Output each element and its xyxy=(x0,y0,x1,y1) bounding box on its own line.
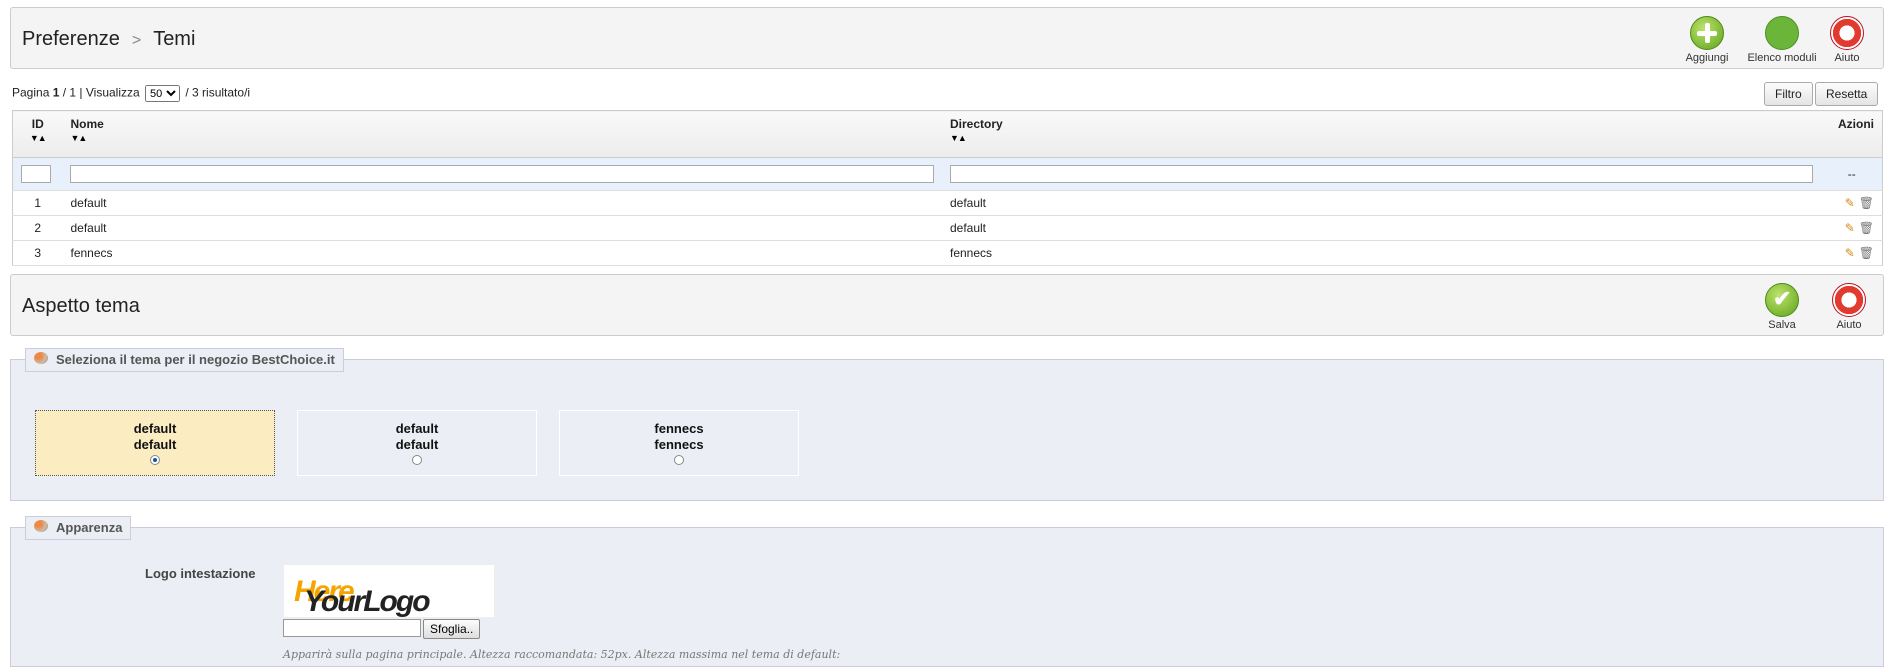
appearance-legend-text: Apparenza xyxy=(56,520,123,535)
results-count: / 3 risultato/i xyxy=(185,85,251,100)
delete-icon[interactable]: 🗑 xyxy=(1859,246,1874,260)
table-row[interactable]: 1 default default ✎ 🗑 xyxy=(12,190,1883,216)
logo-help-note: Apparirà sulla pagina principale. Altezz… xyxy=(283,648,841,661)
add-button[interactable]: Aggiungi xyxy=(1671,16,1743,64)
palette-icon xyxy=(34,352,48,364)
table-row[interactable]: 2 default default ✎ 🗑 xyxy=(12,215,1883,241)
browse-button[interactable]: Sfoglia.. xyxy=(423,619,481,639)
lifebuoy-icon xyxy=(1830,16,1864,50)
delete-icon[interactable]: 🗑 xyxy=(1859,221,1874,235)
page-current: 1 xyxy=(52,85,60,100)
theme-select-legend-text: Seleziona il tema per il negozio BestCho… xyxy=(56,352,335,367)
theme-select-legend: Seleziona il tema per il negozio BestCho… xyxy=(25,348,344,372)
filter-cell-directory xyxy=(941,157,1822,191)
logo-file-input[interactable] xyxy=(283,619,421,637)
column-header-directory: Directory ▼▲ xyxy=(941,110,1822,158)
help-button-label: Aiuto xyxy=(1836,319,1862,331)
puzzle-icon xyxy=(1765,16,1799,50)
themes-table: ID ▼▲ Nome ▼▲ Directory ▼▲ Azioni -- 1 defa… xyxy=(12,110,1883,266)
theme-directory: fennecs xyxy=(654,437,704,452)
filter-name-input[interactable] xyxy=(70,165,934,183)
theme-name: default xyxy=(395,421,439,436)
theme-radio[interactable] xyxy=(150,455,160,465)
row-actions: ✎ 🗑 xyxy=(1821,240,1883,266)
row-name: default xyxy=(62,215,942,241)
theme-directory: default xyxy=(133,437,177,452)
section-title: Aspetto tema xyxy=(22,295,140,317)
logo-text: YourLogo Here xyxy=(294,575,431,618)
theme-name: fennecs xyxy=(654,421,704,436)
row-directory: default xyxy=(941,215,1822,241)
row-name: fennecs xyxy=(62,240,942,266)
sort-arrows-icon[interactable]: ▼▲ xyxy=(950,133,1814,143)
delete-icon[interactable]: 🗑 xyxy=(1859,196,1874,210)
row-id: 3 xyxy=(12,240,63,266)
filter-button[interactable]: Filtro xyxy=(1764,82,1813,106)
row-directory: default xyxy=(941,190,1822,216)
per-page-select[interactable]: 50 xyxy=(145,85,181,102)
column-name-label: Nome xyxy=(70,117,104,131)
page-total: / 1 | Visualizza xyxy=(62,85,140,100)
table-header-row: ID ▼▲ Nome ▼▲ Directory ▼▲ Azioni xyxy=(12,110,1883,158)
column-header-name: Nome ▼▲ xyxy=(62,110,942,158)
theme-option[interactable]: default default xyxy=(297,410,537,476)
page-header-toolbar: Preferenze > Temi Aggiungi Elenco moduli A… xyxy=(10,7,1884,69)
filter-row: -- xyxy=(12,157,1883,191)
row-actions: ✎ 🗑 xyxy=(1821,190,1883,216)
theme-radio[interactable] xyxy=(412,455,422,465)
pagination: Pagina 1 / 1 | Visualizza 50 / 3 risulta… xyxy=(12,85,250,102)
column-directory-label: Directory xyxy=(949,117,1003,131)
page-label: Pagina xyxy=(12,85,50,100)
modules-list-button-label: Elenco moduli xyxy=(1747,52,1817,64)
column-header-actions: Azioni xyxy=(1821,110,1883,158)
help-button[interactable]: Aiuto xyxy=(1813,283,1885,331)
theme-option[interactable]: fennecs fennecs xyxy=(559,410,799,476)
add-icon xyxy=(1690,16,1724,50)
palette-icon xyxy=(34,520,48,532)
breadcrumb-current: Temi xyxy=(153,28,196,50)
edit-icon[interactable]: ✎ xyxy=(1845,196,1855,210)
edit-icon[interactable]: ✎ xyxy=(1845,221,1855,235)
edit-icon[interactable]: ✎ xyxy=(1845,246,1855,260)
logo-text-main: YourLogo xyxy=(304,585,431,618)
reset-button[interactable]: Resetta xyxy=(1815,82,1879,106)
filter-id-input[interactable] xyxy=(21,165,51,183)
save-button[interactable]: Salva xyxy=(1746,283,1818,331)
save-button-label: Salva xyxy=(1768,319,1796,331)
sort-arrows-icon[interactable]: ▼▲ xyxy=(21,133,54,143)
theme-directory: default xyxy=(395,437,439,452)
help-button[interactable]: Aiuto xyxy=(1811,16,1883,64)
row-directory: fennecs xyxy=(941,240,1822,266)
theme-select-fieldset: Seleziona il tema per il negozio BestCho… xyxy=(10,348,1884,501)
filter-cell-id xyxy=(12,157,63,191)
save-check-icon xyxy=(1765,283,1799,317)
sort-arrows-icon[interactable]: ▼▲ xyxy=(70,133,934,143)
filter-cell-name xyxy=(62,157,942,191)
logo-label: Logo intestazione xyxy=(145,566,256,581)
appearance-legend: Apparenza xyxy=(25,516,132,540)
help-button-label: Aiuto xyxy=(1834,52,1860,64)
breadcrumb-parent[interactable]: Preferenze xyxy=(22,28,120,50)
modules-list-button[interactable]: Elenco moduli xyxy=(1746,16,1818,64)
logo-preview-image: YourLogo Here xyxy=(283,564,495,618)
appearance-toolbar: Aspetto tema Salva Aiuto xyxy=(10,274,1884,336)
table-row[interactable]: 3 fennecs fennecs ✎ 🗑 xyxy=(12,240,1883,266)
row-id: 2 xyxy=(12,215,63,241)
filter-directory-input[interactable] xyxy=(949,165,1814,183)
theme-option[interactable]: default default xyxy=(35,410,275,476)
filter-actions-placeholder: -- xyxy=(1821,157,1883,191)
theme-name: default xyxy=(133,421,177,436)
breadcrumb-separator: > xyxy=(131,32,142,49)
column-id-label: ID xyxy=(31,117,44,131)
row-id: 1 xyxy=(12,190,63,216)
add-button-label: Aggiungi xyxy=(1685,52,1729,64)
breadcrumb: Preferenze > Temi xyxy=(22,28,195,51)
row-name: default xyxy=(62,190,942,216)
row-actions: ✎ 🗑 xyxy=(1821,215,1883,241)
column-header-id: ID ▼▲ xyxy=(12,110,63,158)
theme-radio[interactable] xyxy=(674,455,684,465)
lifebuoy-icon xyxy=(1832,283,1866,317)
